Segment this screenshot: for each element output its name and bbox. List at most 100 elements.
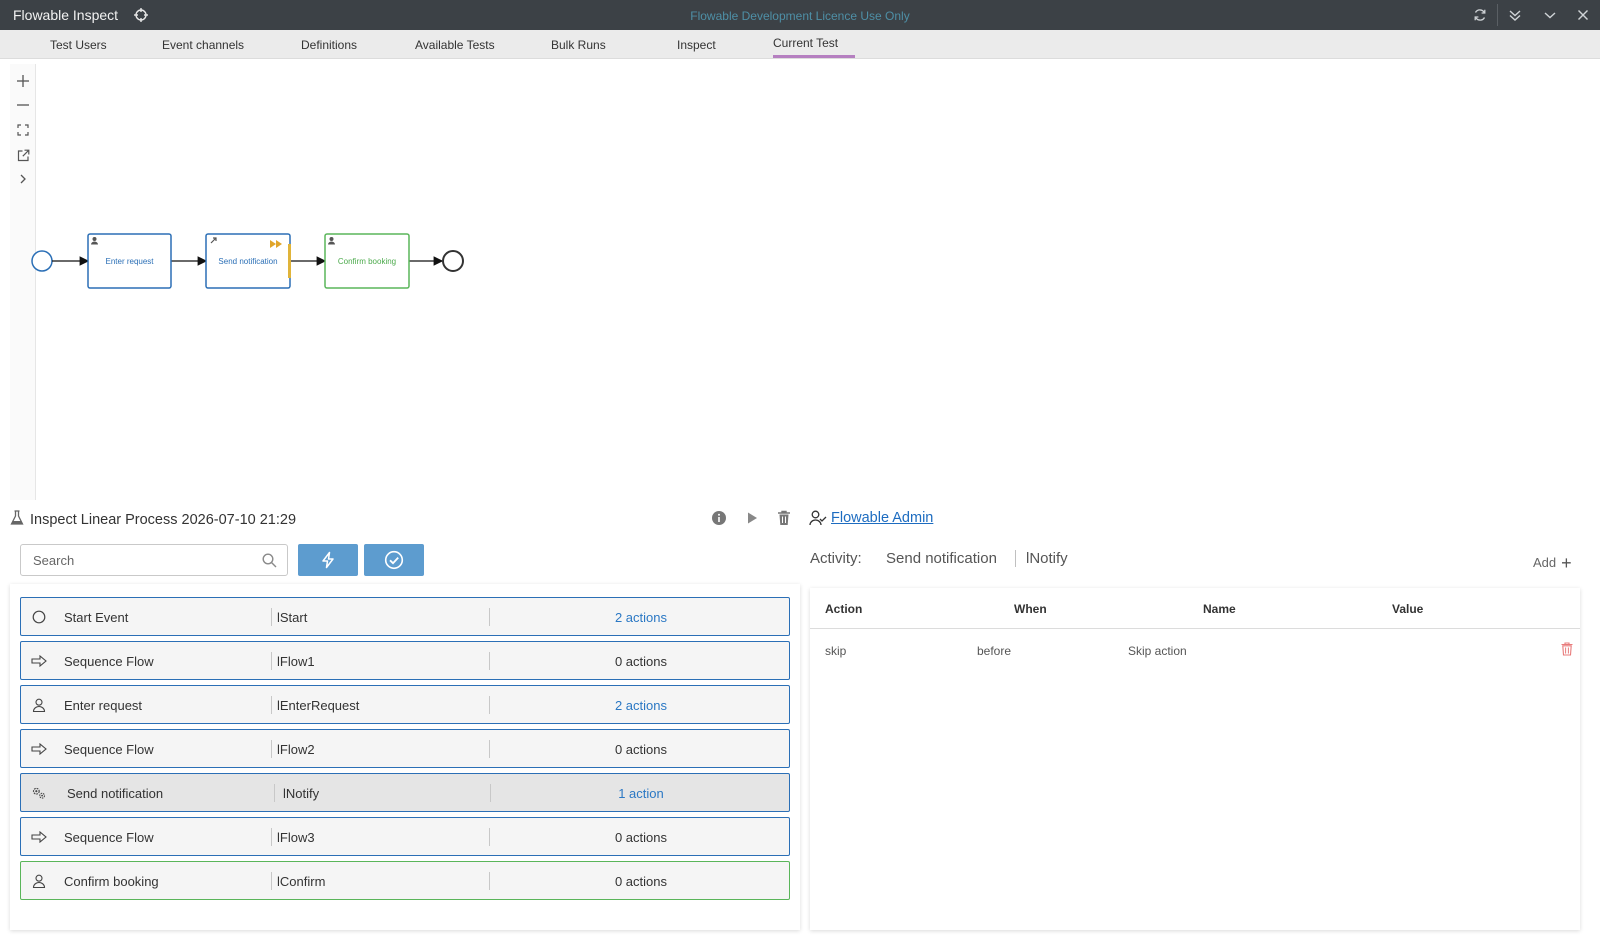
column-header-action: Action (825, 602, 863, 616)
column-divider (489, 828, 490, 846)
info-icon[interactable] (710, 509, 728, 527)
column-divider (271, 696, 272, 714)
list-item-selected[interactable]: Send notification lNotify 1 action (20, 773, 790, 812)
activity-name: Send notification (886, 550, 997, 567)
active-tab-indicator (773, 55, 855, 58)
add-label: Add (1533, 555, 1557, 570)
arrow-right-icon (31, 829, 47, 845)
action-count: 0 actions (614, 874, 668, 889)
user-check-icon (809, 510, 827, 531)
circle-icon (31, 609, 47, 625)
test-header: Inspect Linear Process 2026-07-10 21:29 (10, 509, 297, 531)
action-count-link[interactable]: 2 actions (491, 698, 791, 713)
list-item[interactable]: Sequence Flow lFlow1 0 actions (20, 641, 790, 680)
check-circle-icon (384, 550, 404, 570)
search-icon (262, 553, 277, 573)
title-bar: Flowable Inspect Flowable Development Li… (0, 0, 1600, 30)
element-id: lFlow3 (277, 830, 315, 845)
crosshair-icon[interactable] (134, 8, 148, 22)
column-divider (271, 652, 272, 670)
column-header-when: When (1014, 602, 1047, 616)
element-type: Sequence Flow (64, 742, 154, 757)
action-count-link[interactable]: 2 actions (491, 610, 791, 625)
validate-button[interactable] (364, 544, 424, 576)
licence-notice: Flowable Development Licence Use Only (690, 9, 910, 23)
column-divider (489, 608, 490, 626)
user-link[interactable]: Flowable Admin (831, 510, 933, 526)
task-label: Send notification (218, 257, 277, 266)
trash-icon[interactable] (775, 509, 793, 527)
list-item[interactable]: Start Event lStart 2 actions (20, 597, 790, 636)
task-confirm-booking[interactable]: Confirm booking (324, 233, 410, 289)
trigger-event-button[interactable] (298, 544, 358, 576)
column-divider (271, 608, 272, 626)
search-input[interactable] (21, 545, 241, 575)
double-chevron-down-icon[interactable] (1505, 5, 1525, 25)
column-divider (489, 652, 490, 670)
user-icon (31, 873, 47, 889)
chevron-down-icon[interactable] (1540, 5, 1560, 25)
action-count: 0 actions (614, 742, 668, 757)
start-event[interactable] (31, 250, 53, 272)
tab-inspect[interactable]: Inspect (677, 38, 716, 52)
tab-available-tests[interactable]: Available Tests (415, 38, 495, 52)
close-icon[interactable] (1573, 5, 1593, 25)
list-item[interactable]: Sequence Flow lFlow3 0 actions (20, 817, 790, 856)
arrow-right-icon (31, 653, 47, 669)
refresh-icon[interactable] (1470, 5, 1490, 25)
gears-icon (31, 785, 47, 801)
element-id: lEnterRequest (277, 698, 360, 713)
task-enter-request[interactable]: Enter request (87, 233, 172, 289)
search-field[interactable] (20, 544, 288, 576)
element-type: Sequence Flow (64, 830, 154, 845)
actions-table: Action When Name Value skip before Skip … (810, 588, 1580, 930)
action-count: 0 actions (614, 830, 668, 845)
list-item[interactable]: Enter request lEnterRequest 2 actions (20, 685, 790, 724)
plus-icon: + (1561, 552, 1572, 573)
column-divider (489, 740, 490, 758)
action-count-link[interactable]: 1 action (491, 786, 791, 801)
tab-event-channels[interactable]: Event channels (162, 38, 244, 52)
column-divider (271, 828, 272, 846)
element-type: Start Event (64, 610, 129, 625)
play-icon[interactable] (743, 509, 761, 527)
column-divider (489, 872, 490, 890)
flask-icon (10, 509, 24, 531)
element-id: lFlow2 (277, 742, 315, 757)
action-count: 0 actions (614, 654, 668, 669)
column-header-value: Value (1392, 602, 1424, 616)
element-id: lConfirm (277, 874, 326, 889)
column-divider (271, 740, 272, 758)
title-separator (1497, 4, 1498, 26)
list-item[interactable]: Confirm booking lConfirm 0 actions (20, 861, 790, 900)
cell-name: Skip action (1128, 644, 1187, 658)
lightning-icon (322, 551, 334, 569)
process-diagram: Enter request Send notification Confirm … (31, 233, 464, 289)
element-type: Confirm booking (64, 874, 159, 889)
column-header-name: Name (1203, 602, 1236, 616)
end-event[interactable] (442, 250, 464, 272)
tab-definitions[interactable]: Definitions (301, 38, 357, 52)
task-label: Enter request (105, 257, 154, 266)
test-title: Inspect Linear Process 2026-07-10 21:29 (30, 512, 297, 528)
list-item[interactable]: Sequence Flow lFlow2 0 actions (20, 729, 790, 768)
activity-separator (1015, 550, 1016, 567)
app-title: Flowable Inspect (13, 7, 119, 23)
activity-id: lNotify (1026, 550, 1068, 567)
arrow-right-icon (31, 741, 47, 757)
task-send-notification[interactable]: Send notification (205, 233, 291, 289)
element-id: lNotify (283, 786, 320, 801)
tab-test-users[interactable]: Test Users (50, 38, 107, 52)
element-type: Enter request (64, 698, 143, 713)
element-id: lFlow1 (277, 654, 315, 669)
element-type: Sequence Flow (64, 654, 154, 669)
cell-action: skip (825, 644, 847, 658)
element-type: Send notification (67, 786, 164, 801)
tab-bulk-runs[interactable]: Bulk Runs (551, 38, 606, 52)
column-divider (274, 784, 275, 802)
tab-current-test[interactable]: Current Test (773, 36, 838, 50)
delete-action-icon[interactable] (1561, 642, 1573, 661)
cell-when: before (977, 644, 1012, 658)
add-action-button[interactable]: Add + (1533, 552, 1572, 573)
user-icon (31, 697, 47, 713)
